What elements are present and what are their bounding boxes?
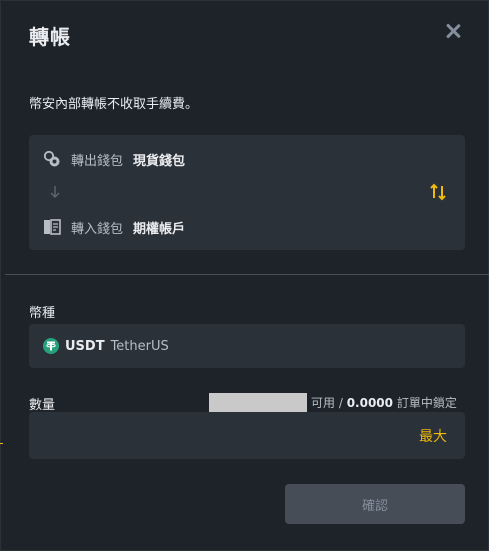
coin-select[interactable]: USDT TetherUS [29, 324, 465, 368]
coin-label: 幣種 [29, 306, 56, 321]
available-value: 0.0000 [346, 396, 393, 410]
amount-input[interactable] [29, 412, 399, 459]
confirm-button[interactable]: 確認 [285, 484, 465, 524]
available-balance: 可用 / 0.0000 訂單中鎖定 [311, 394, 457, 411]
coin-name: TetherUS [110, 338, 169, 354]
amount-field: 最大 [29, 412, 465, 459]
transfer-dialog: 轉帳 幣安內部轉帳不收取手續費。 轉出錢包 現貨錢包 轉入錢包 期權帳戶 幣種 … [0, 0, 489, 551]
to-wallet-label: 轉入錢包 [71, 221, 124, 237]
options-account-icon [44, 219, 61, 235]
section-divider [5, 274, 489, 275]
dialog-title: 轉帳 [29, 25, 71, 49]
to-wallet-row[interactable]: 轉入錢包 期權帳戶 [43, 217, 185, 237]
spot-wallet-icon [43, 150, 60, 167]
tether-icon [43, 338, 59, 354]
edge-accent [0, 443, 3, 444]
from-wallet-value: 現貨錢包 [133, 153, 186, 169]
coin-symbol: USDT [65, 338, 105, 354]
swap-icon[interactable] [429, 183, 447, 201]
available-prefix: 可用 / [311, 396, 343, 410]
close-icon[interactable] [441, 19, 465, 43]
arrow-down-icon [50, 186, 60, 198]
wallet-selector: 轉出錢包 現貨錢包 轉入錢包 期權帳戶 [29, 135, 465, 250]
to-wallet-value: 期權帳戶 [133, 221, 186, 237]
fee-notice: 幣安內部轉帳不收取手續費。 [29, 97, 199, 112]
available-suffix: 訂單中鎖定 [396, 396, 457, 410]
from-wallet-label: 轉出錢包 [71, 153, 124, 169]
max-button[interactable]: 最大 [419, 426, 447, 446]
from-wallet-row[interactable]: 轉出錢包 現貨錢包 [43, 149, 185, 169]
amount-label: 數量 [29, 398, 56, 413]
